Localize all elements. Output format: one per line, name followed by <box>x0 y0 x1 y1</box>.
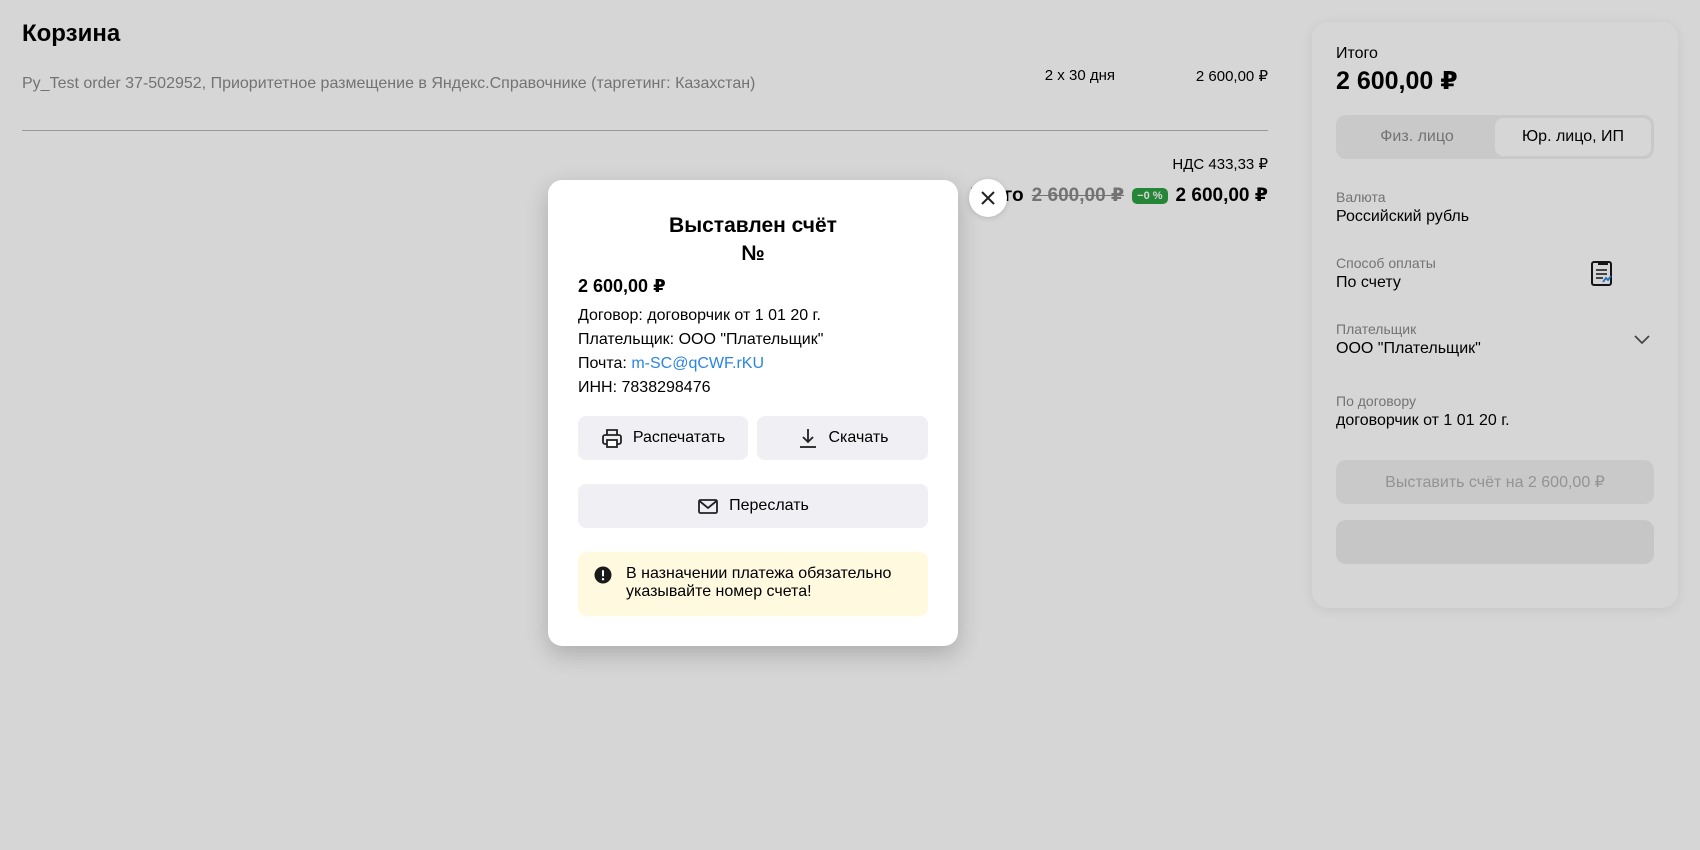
download-icon <box>799 429 816 448</box>
print-button[interactable]: Распечатать <box>578 416 748 460</box>
modal-title-line1: Выставлен счёт <box>669 214 837 237</box>
print-label: Распечатать <box>632 429 726 446</box>
invoice-amount: 2 600,00 ₽ <box>578 276 666 296</box>
payment-notice: В назначении платежа обязательно указыва… <box>578 552 928 616</box>
close-modal-button[interactable] <box>969 179 1007 217</box>
invoice-details: Договор: договорчик от 1 01 20 г. Плател… <box>578 304 823 400</box>
email-label: Почта: <box>578 355 632 372</box>
notice-text: В назначении платежа обязательно указыва… <box>626 565 892 600</box>
exclamation-icon <box>594 566 612 584</box>
invoice-inn: ИНН: 7838298476 <box>578 379 711 396</box>
email-link[interactable]: m-SC@qCWF.rKU <box>631 355 764 372</box>
mail-icon <box>698 499 719 514</box>
invoice-issued-modal: Выставлен счёт № 2 600,00 ₽ Договор: дог… <box>548 180 958 646</box>
invoice-number: № <box>741 242 765 265</box>
download-button[interactable]: Скачать <box>757 416 928 460</box>
invoice-contract: Договор: договорчик от 1 01 20 г. <box>578 307 821 324</box>
modal-title: Выставлен счёт № <box>548 212 958 268</box>
invoice-payer: Плательщик: ООО "Плательщик" <box>578 331 824 348</box>
forward-label: Переслать <box>729 497 809 514</box>
download-label: Скачать <box>828 429 889 446</box>
printer-icon <box>601 429 622 448</box>
invoice-email-row: Почта: m-SC@qCWF.rKU <box>578 352 823 376</box>
forward-button[interactable]: Переслать <box>578 484 928 528</box>
close-icon <box>981 191 995 205</box>
